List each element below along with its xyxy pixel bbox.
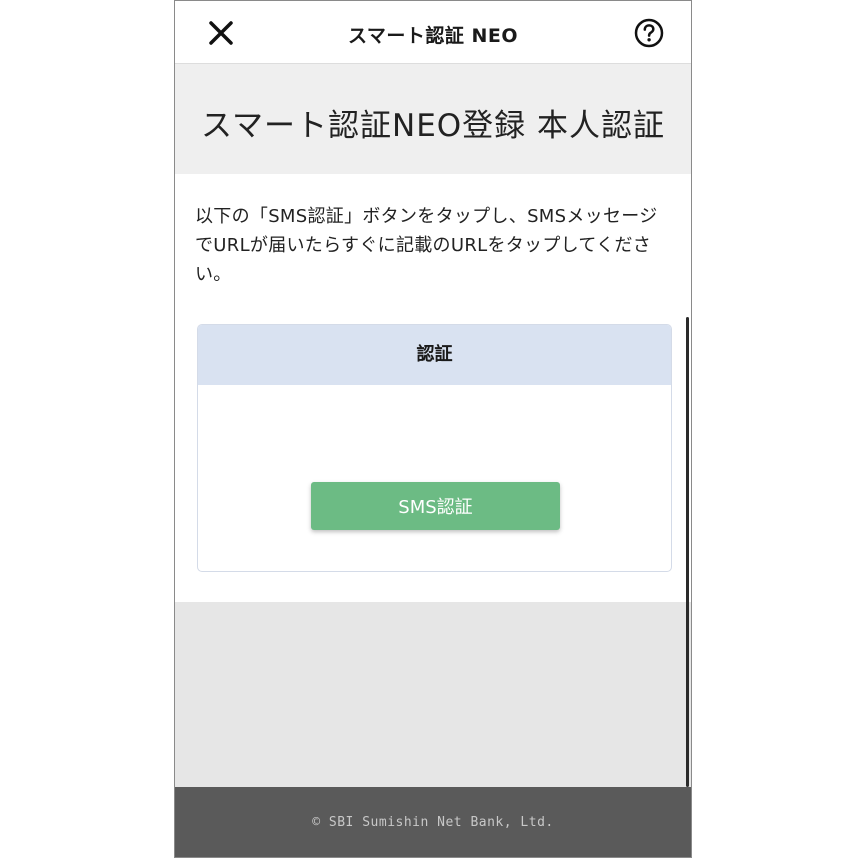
footer: © SBI Sumishin Net Bank, Ltd. — [175, 787, 691, 857]
page-heading-band: スマート認証NEO登録 本人認証 — [175, 64, 691, 174]
auth-card: 認証 SMS認証 — [197, 324, 672, 572]
instruction-text: 以下の「SMS認証」ボタンをタップし、SMSメッセージでURLが届いたらすぐに記… — [195, 206, 658, 285]
sms-auth-button[interactable]: SMS認証 — [311, 482, 560, 530]
app-screen: スマート認証 NEO スマート認証NEO登録 本人認証 以下の「SMS認証」ボタ… — [174, 0, 692, 858]
copyright-text: © SBI Sumishin Net Bank, Ltd. — [312, 815, 554, 830]
header-title: スマート認証 NEO — [347, 25, 519, 47]
auth-card-title: 認証 — [198, 325, 671, 385]
app-header: スマート認証 NEO — [175, 1, 691, 64]
help-circle-icon — [634, 18, 664, 48]
empty-area — [175, 602, 691, 787]
help-button[interactable] — [633, 17, 665, 49]
scrollbar[interactable] — [686, 317, 689, 787]
main-content: 以下の「SMS認証」ボタンをタップし、SMSメッセージでURLが届いたらすぐに記… — [175, 174, 691, 602]
page-title: スマート認証NEO登録 本人認証 — [200, 108, 666, 144]
